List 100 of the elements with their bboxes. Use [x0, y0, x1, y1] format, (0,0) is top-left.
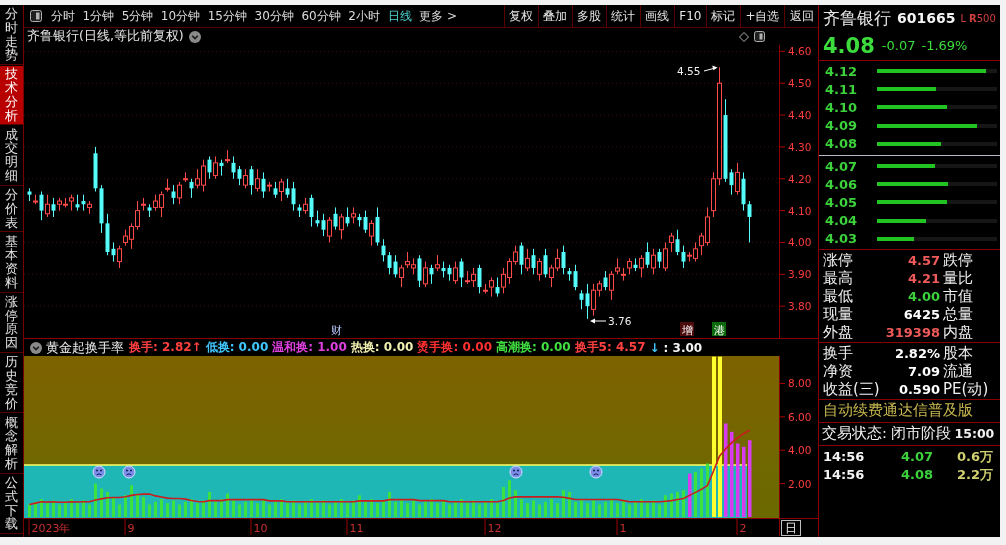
period-tab[interactable]: 1分钟: [78, 7, 118, 25]
price-axis-label: 4.10: [788, 204, 812, 217]
market-flag-label: R500: [969, 12, 996, 24]
side-tab[interactable]: 基本资料: [0, 233, 23, 293]
date-axis-label: 2023年: [31, 522, 71, 535]
price-change: -0.07: [881, 38, 916, 53]
price-axis-label: 4.20: [788, 172, 812, 185]
bid-price: 4.06: [824, 176, 859, 192]
event-marker[interactable]: 财: [330, 324, 342, 336]
side-tab[interactable]: 成交明细: [0, 126, 23, 186]
stat-label: 股本: [942, 343, 974, 363]
dropdown-icon[interactable]: [188, 30, 201, 43]
market-flag-label: L: [960, 12, 967, 24]
leader-arrow: [590, 318, 607, 324]
stat-value: 6425: [902, 306, 940, 322]
period-tab[interactable]: 15分钟: [203, 7, 251, 25]
toolbar-button[interactable]: F10: [673, 5, 706, 27]
date-axis-label: 10: [253, 522, 268, 535]
threshold-value: : 3.00: [663, 340, 703, 355]
leader-arrow: [703, 65, 718, 72]
last-price: 4.08: [823, 33, 875, 58]
bid-price: 4.03: [824, 231, 859, 247]
indicator-axis-label: 2.00: [788, 477, 812, 490]
period-tab[interactable]: 日线: [383, 7, 416, 25]
toolbar-button[interactable]: 返回: [784, 5, 818, 27]
ask-price: 4.08: [824, 136, 859, 152]
tick-time: 14:56: [823, 449, 866, 465]
toolbar-button[interactable]: 叠加: [537, 5, 572, 27]
toolbar-button[interactable]: 画线: [639, 5, 674, 27]
stat-label: 市值: [942, 286, 974, 306]
indicator-value: 低换: 0.00: [205, 339, 269, 356]
stock-name: 齐鲁银行: [823, 6, 891, 30]
stat-label: 换手: [823, 343, 853, 363]
ask-price: 4.12: [824, 63, 859, 79]
ask-price: 4.11: [824, 81, 859, 97]
side-tab[interactable]: 公式下载: [0, 475, 23, 534]
tick-price: 4.07: [899, 449, 933, 465]
panel-toggle-icon[interactable]: [754, 31, 765, 42]
side-tab[interactable]: 技术分析: [0, 66, 23, 126]
toolbar-button[interactable]: 标记: [705, 5, 740, 27]
side-tab[interactable]: 概念解析: [0, 414, 23, 474]
toolbar-button[interactable]: +自选: [739, 5, 784, 27]
side-tab[interactable]: 历史竞价: [0, 354, 23, 414]
ask-price: 4.09: [824, 118, 859, 134]
notice-text[interactable]: 自动续费通达信普及版: [823, 401, 973, 421]
side-tab[interactable]: 涨停原因: [0, 293, 23, 353]
indicator-value: 高潮换: 0.00: [496, 339, 571, 356]
event-marker[interactable]: 港: [712, 322, 726, 336]
side-tab[interactable]: 分时走势: [0, 6, 23, 65]
diamond-icon[interactable]: [739, 31, 749, 42]
period-tab[interactable]: 5分钟: [117, 7, 158, 25]
toolbar-button[interactable]: 统计: [605, 5, 640, 27]
stat-label: 最低: [823, 286, 853, 306]
indicator-name: 黄金起换手率: [46, 338, 124, 357]
price-axis-label: 3.80: [788, 300, 812, 313]
high-price-label: 4.55: [677, 65, 701, 77]
chart-title: 齐鲁银行(日线,等比前复权): [27, 28, 184, 45]
stat-value: 4.00: [906, 288, 940, 304]
date-axis-label: 12: [487, 522, 502, 535]
event-marker[interactable]: 增: [680, 322, 694, 336]
ask-price: 4.10: [824, 99, 859, 115]
trade-status: 交易状态: 闭市阶段: [822, 424, 952, 444]
indicator-axis-label: 6.00: [788, 410, 812, 423]
stat-label: 最高: [823, 268, 853, 288]
stat-label: 总量: [942, 304, 974, 324]
period-tab[interactable]: 分时: [47, 7, 79, 25]
price-axis-label: 3.90: [788, 268, 812, 281]
face-marker-icon: [509, 465, 523, 479]
indicator-value: 换手5: 4.57: [574, 339, 646, 356]
low-price-label: 3.76: [608, 315, 632, 327]
toolbar-button[interactable]: 多股: [571, 5, 606, 27]
date-axis-label: 1: [619, 522, 627, 535]
stat-label: 净资: [823, 361, 853, 381]
stat-label: 现量: [823, 304, 853, 324]
stat-value: 7.09: [906, 363, 940, 379]
indicator-value: 换手: 2.82↑: [129, 339, 202, 356]
period-button[interactable]: 日: [781, 519, 801, 536]
stat-label: PE(动): [942, 379, 990, 399]
tick-volume: 0.6万: [956, 447, 995, 466]
panel-toggle-icon[interactable]: [30, 10, 42, 22]
period-tab[interactable]: 60分钟: [297, 7, 345, 25]
side-tab[interactable]: 分价表: [0, 187, 23, 233]
stat-label: 内盘: [942, 322, 974, 342]
stat-label: 涨停: [823, 250, 853, 270]
stat-label: 流通: [942, 361, 974, 381]
tick-time: 14:56: [823, 467, 866, 483]
price-axis-label: 4.00: [788, 236, 812, 249]
toolbar-button[interactable]: 复权: [503, 5, 538, 27]
indicator-value: 热换: 0.00: [350, 339, 414, 356]
dropdown-icon[interactable]: [30, 341, 42, 354]
indicator-value: 烫手换: 0.00: [417, 339, 492, 356]
face-marker-icon: [589, 465, 603, 479]
stat-label: 跌停: [942, 250, 974, 270]
more-link[interactable]: 更多 >: [415, 7, 461, 25]
period-tab[interactable]: 2小时: [344, 7, 384, 25]
tick-volume: 2.2万: [956, 465, 995, 484]
stock-code: 601665: [897, 10, 956, 26]
period-tab[interactable]: 30分钟: [250, 7, 298, 25]
period-tab[interactable]: 10分钟: [157, 7, 204, 25]
price-axis-label: 4.60: [788, 45, 812, 58]
